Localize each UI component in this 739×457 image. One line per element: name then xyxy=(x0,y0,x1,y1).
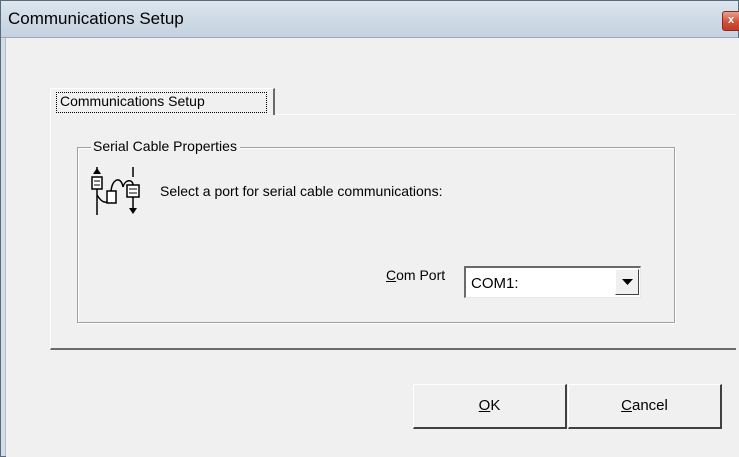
ok-button-label: OK xyxy=(414,397,565,414)
serial-cable-icon xyxy=(91,167,140,215)
tab-communications-setup[interactable]: Communications Setup xyxy=(50,88,275,115)
cancel-button-label: Cancel xyxy=(569,397,720,414)
communications-setup-dialog: Communications Setup x Communications Se… xyxy=(0,0,739,457)
title-bar[interactable]: Communications Setup x xyxy=(1,1,739,38)
cancel-label-rest: ancel xyxy=(631,397,668,414)
ok-label-rest: K xyxy=(490,397,501,414)
com-port-label: Com Port xyxy=(386,267,445,283)
window-title: Communications Setup xyxy=(8,9,184,28)
cancel-mnemonic: C xyxy=(621,397,632,414)
dropdown-button[interactable] xyxy=(615,269,639,295)
com-port-selected-value: COM1: xyxy=(471,275,519,292)
ok-button[interactable]: OK xyxy=(413,384,567,429)
com-port-mnemonic: C xyxy=(386,267,397,283)
cancel-button[interactable]: Cancel xyxy=(568,384,722,429)
serial-port-prompt: Select a port for serial cable communica… xyxy=(160,183,443,199)
chevron-down-icon xyxy=(622,279,633,285)
close-icon[interactable]: x xyxy=(722,11,739,31)
tab-label: Communications Setup xyxy=(60,93,205,109)
com-port-select[interactable]: COM1: xyxy=(464,266,641,298)
ok-mnemonic: O xyxy=(478,397,491,414)
groupbox-label: Serial Cable Properties xyxy=(91,138,240,154)
com-port-label-rest: om Port xyxy=(396,267,446,283)
